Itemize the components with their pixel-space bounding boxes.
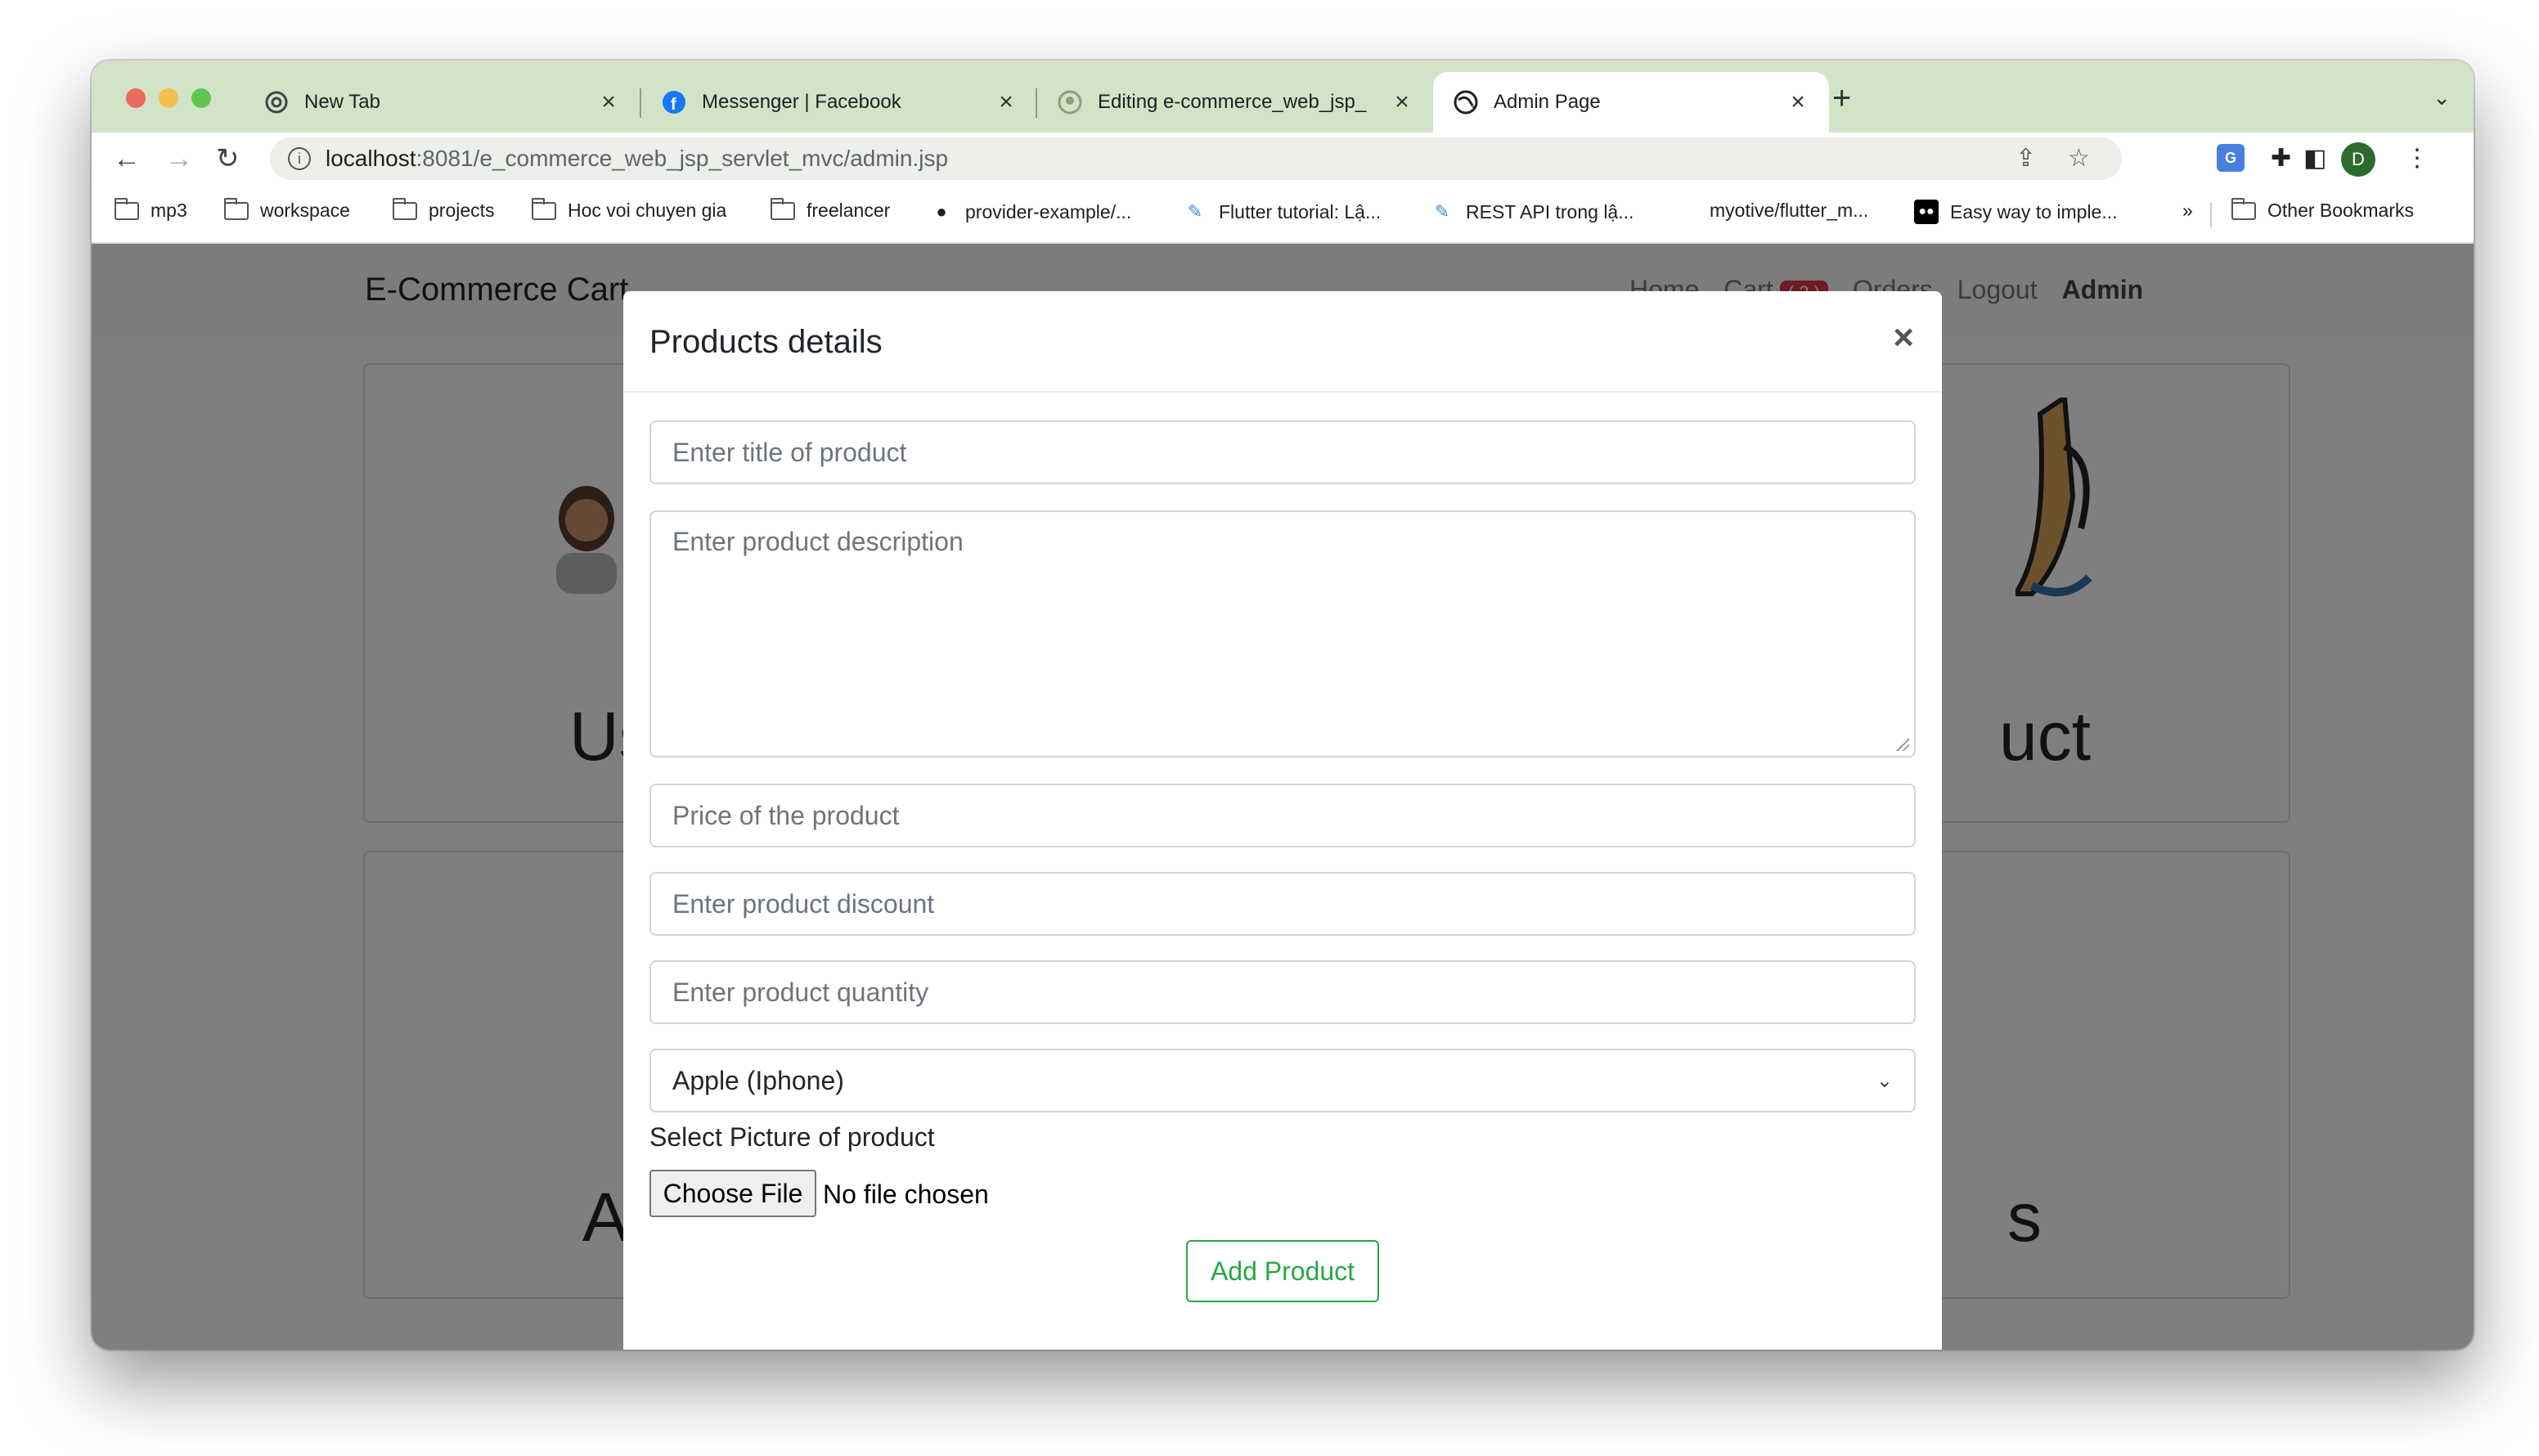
folder-icon [393, 197, 417, 220]
bookmark-item[interactable]: Hoc voi chuyen gia [532, 197, 727, 222]
flutter-icon: ✎ [1187, 201, 1203, 222]
bookmark-item-other[interactable]: Other Bookmarks [2231, 197, 2414, 222]
folder-icon [2231, 197, 2256, 220]
bookmark-label: » [2182, 200, 2193, 221]
bookmark-separator [2210, 203, 2212, 227]
bookmark-item[interactable]: ●● Easy way to imple... [1914, 200, 2118, 224]
tab-title: Editing e-commerce_web_jsp_ [1098, 91, 1367, 113]
bookmark-label: REST API trong lậ... [1466, 200, 1634, 222]
bookmark-item[interactable]: ● provider-example/... [929, 200, 1131, 224]
close-icon[interactable]: × [1893, 317, 1914, 358]
product-description-textarea[interactable]: Enter product description [649, 510, 1916, 757]
bookmark-label: mp3 [151, 200, 187, 221]
extensions-puzzle-icon[interactable]: ✚ [2271, 144, 2291, 173]
modal-header: Products details × [623, 291, 1942, 393]
medium-icon: ●● [1914, 200, 1939, 224]
choose-file-button[interactable]: Choose File [649, 1170, 816, 1217]
tab-search-chevron-icon[interactable]: ⌄ [2433, 85, 2451, 110]
bookmark-item[interactable]: workspace [224, 197, 350, 222]
minimize-window-button[interactable] [159, 88, 178, 108]
bookmark-item[interactable]: ✎ REST API trong lậ... [1430, 200, 1634, 224]
tab-title: Admin Page [1494, 91, 1601, 113]
products-details-modal: Products details × Enter title of produc… [623, 291, 1942, 1350]
url-path: :8081/e_commerce_web_jsp_servlet_mvc/adm… [416, 146, 949, 171]
add-product-button[interactable]: Add Product [1186, 1240, 1379, 1302]
new-tab-plus-icon[interactable]: + [1832, 80, 1851, 116]
github-icon [1057, 89, 1083, 115]
maximize-window-button[interactable] [191, 88, 211, 108]
globe-icon [1453, 89, 1479, 115]
share-icon[interactable]: ⇪ [2015, 144, 2036, 173]
folder-icon [532, 197, 556, 220]
bookmark-item[interactable]: myotive/flutter_m... [1710, 200, 1868, 222]
bookmark-label: Flutter tutorial: Lậ... [1219, 200, 1382, 222]
bookmark-item[interactable]: ✎ Flutter tutorial: Lậ... [1183, 200, 1381, 224]
bookmark-label: freelancer [807, 200, 891, 221]
picture-label: Select Picture of product [649, 1122, 935, 1152]
flutter-icon: ✎ [1434, 201, 1450, 222]
bookmark-label: Hoc voi chuyen gia [568, 200, 727, 221]
tab-github-editing[interactable]: Editing e-commerce_web_jsp_ × [1037, 72, 1433, 133]
chrome-icon [263, 89, 290, 115]
profile-avatar[interactable]: D [2341, 142, 2375, 177]
close-icon[interactable]: × [597, 88, 620, 116]
product-discount-input[interactable]: Enter product discount [649, 872, 1916, 936]
google-translate-icon[interactable]: G [2217, 144, 2245, 172]
modal-title: Products details [649, 324, 883, 360]
tab-admin-page[interactable]: Admin Page × [1433, 72, 1829, 133]
bookmark-label: Other Bookmarks [2267, 200, 2414, 221]
category-selected-value: Apple (Iphone) [672, 1065, 844, 1095]
folder-icon [771, 197, 795, 220]
url-host: localhost [326, 146, 416, 171]
product-quantity-input[interactable]: Enter product quantity [649, 960, 1916, 1024]
bookmark-star-icon[interactable]: ☆ [2068, 144, 2090, 173]
tab-messenger[interactable]: f Messenger | Facebook × [641, 72, 1037, 133]
bookmark-label: projects [429, 200, 495, 221]
folder-icon [224, 197, 249, 220]
bookmarks-bar: mp3 workspace projects Hoc voi chuyen gi… [92, 185, 2474, 244]
more-bookmarks-chevron[interactable]: » [2182, 200, 2193, 222]
bookmark-item[interactable]: freelancer [771, 197, 891, 222]
reload-icon[interactable]: ↻ [216, 141, 240, 177]
tab-strip: New Tab × f Messenger | Facebook × Editi… [92, 61, 2474, 133]
bookmark-label: myotive/flutter_m... [1710, 200, 1869, 221]
svg-text:f: f [671, 96, 676, 114]
bookmark-item[interactable]: projects [393, 197, 495, 222]
browser-window: New Tab × f Messenger | Facebook × Editi… [92, 61, 2474, 1350]
close-icon[interactable]: × [1786, 88, 1809, 116]
resize-handle-icon[interactable] [1896, 738, 1909, 751]
bookmark-label: Easy way to imple... [1950, 200, 2118, 222]
address-bar[interactable]: i localhost:8081/e_commerce_web_jsp_serv… [270, 137, 2122, 180]
close-icon[interactable]: × [1391, 88, 1413, 116]
product-title-input[interactable]: Enter title of product [649, 420, 1916, 484]
browser-menu-icon[interactable]: ⋮ [2405, 144, 2429, 173]
tab-title: New Tab [304, 91, 380, 113]
file-status: No file chosen [823, 1180, 989, 1209]
close-window-button[interactable] [126, 88, 146, 108]
forward-arrow-icon[interactable]: → [165, 141, 193, 177]
folder-icon [115, 197, 139, 220]
side-panel-icon[interactable]: ◧ [2303, 144, 2326, 173]
bookmark-label: provider-example/... [965, 200, 1132, 222]
site-info-icon[interactable]: i [288, 147, 311, 170]
back-arrow-icon[interactable]: ← [113, 141, 141, 177]
tab-new-tab[interactable]: New Tab × [244, 72, 640, 133]
bookmark-item[interactable]: mp3 [115, 197, 187, 222]
product-category-select[interactable]: Apple (Iphone) ⌄ [649, 1049, 1916, 1112]
description-placeholder: Enter product description [672, 527, 964, 556]
close-icon[interactable]: × [995, 88, 1018, 116]
chevron-down-icon: ⌄ [1876, 1069, 1893, 1092]
page-content: E-Commerce Cart Home Cart( 2 ) Orders Lo… [92, 244, 2474, 1350]
github-icon: ● [936, 201, 947, 222]
bookmark-label: workspace [260, 200, 350, 221]
product-price-input[interactable]: Price of the product [649, 784, 1916, 847]
tab-title: Messenger | Facebook [702, 91, 901, 113]
facebook-icon: f [661, 89, 687, 115]
browser-toolbar: ← → ↻ i localhost:8081/e_commerce_web_js… [92, 133, 2474, 185]
